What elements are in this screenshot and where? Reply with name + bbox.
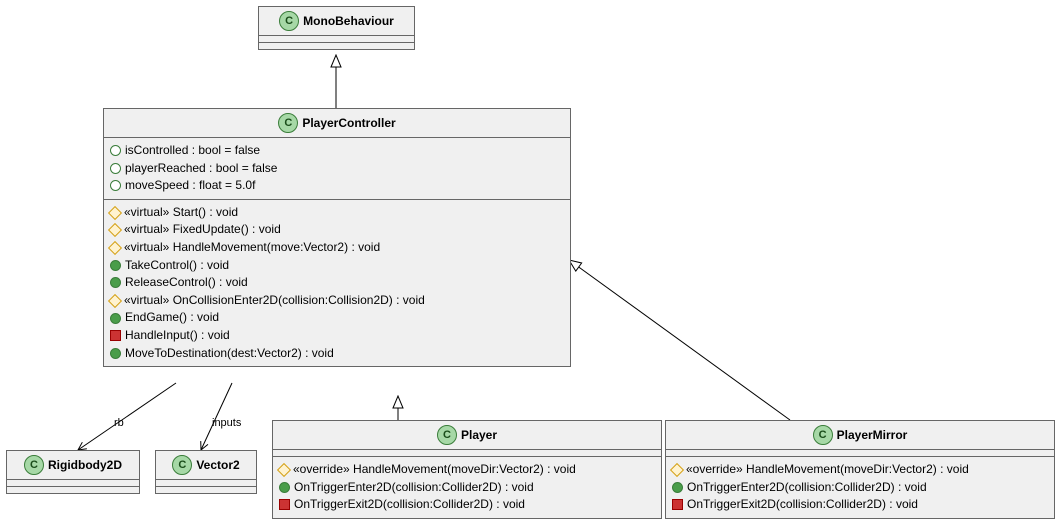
class-header: C MonoBehaviour xyxy=(259,7,414,36)
methods-section xyxy=(7,487,139,493)
method-row: «virtual» FixedUpdate() : void xyxy=(110,221,564,239)
class-vector2: C Vector2 xyxy=(155,450,257,494)
visibility-icon xyxy=(672,499,683,510)
class-rigidbody2d: C Rigidbody2D xyxy=(6,450,140,494)
visibility-icon xyxy=(108,293,122,307)
fields-section xyxy=(259,36,414,43)
method-text: «virtual» FixedUpdate() : void xyxy=(124,222,281,238)
methods-section: «override» HandleMovement(moveDir:Vector… xyxy=(273,457,661,518)
method-row: EndGame() : void xyxy=(110,309,564,327)
visibility-icon xyxy=(110,313,121,324)
fields-section xyxy=(273,450,661,457)
method-row: TakeControl() : void xyxy=(110,257,564,275)
methods-section xyxy=(156,487,256,493)
class-name: Vector2 xyxy=(196,458,239,472)
visibility-icon xyxy=(108,206,122,220)
visibility-icon xyxy=(110,180,121,191)
class-badge-icon: C xyxy=(813,425,833,445)
field-row: isControlled : bool = false xyxy=(110,142,564,160)
visibility-icon xyxy=(672,482,683,493)
class-header: C Vector2 xyxy=(156,451,256,480)
method-row: ReleaseControl() : void xyxy=(110,274,564,292)
method-text: OnTriggerExit2D(collision:Collider2D) : … xyxy=(687,497,918,513)
method-text: «virtual» OnCollisionEnter2D(collision:C… xyxy=(124,293,425,309)
class-badge-icon: C xyxy=(437,425,457,445)
method-row: OnTriggerExit2D(collision:Collider2D) : … xyxy=(279,496,655,514)
method-text: «override» HandleMovement(moveDir:Vector… xyxy=(293,462,576,478)
class-name: PlayerController xyxy=(302,116,395,130)
class-playercontroller: C PlayerController isControlled : bool =… xyxy=(103,108,571,367)
class-player: C Player «override» HandleMovement(moveD… xyxy=(272,420,662,519)
class-badge-icon: C xyxy=(278,113,298,133)
method-row: «override» HandleMovement(moveDir:Vector… xyxy=(672,461,1048,479)
visibility-icon xyxy=(110,348,121,359)
fields-section xyxy=(7,480,139,487)
method-text: OnTriggerEnter2D(collision:Collider2D) :… xyxy=(687,480,927,496)
fields-section xyxy=(666,450,1054,457)
field-text: moveSpeed : float = 5.0f xyxy=(125,178,255,194)
class-header: C PlayerController xyxy=(104,109,570,138)
method-text: HandleInput() : void xyxy=(125,328,230,344)
method-row: «virtual» OnCollisionEnter2D(collision:C… xyxy=(110,292,564,310)
edge-label-rb: rb xyxy=(114,417,124,429)
class-badge-icon: C xyxy=(24,455,44,475)
method-text: ReleaseControl() : void xyxy=(125,275,248,291)
class-header: C PlayerMirror xyxy=(666,421,1054,450)
methods-section: «virtual» Start() : void«virtual» FixedU… xyxy=(104,200,570,366)
method-row: «override» HandleMovement(moveDir:Vector… xyxy=(279,461,655,479)
class-name: Player xyxy=(461,428,497,442)
visibility-icon xyxy=(108,241,122,255)
visibility-icon xyxy=(110,145,121,156)
method-row: «virtual» HandleMovement(move:Vector2) :… xyxy=(110,239,564,257)
method-row: OnTriggerEnter2D(collision:Collider2D) :… xyxy=(672,479,1048,497)
class-name: PlayerMirror xyxy=(837,428,908,442)
method-text: TakeControl() : void xyxy=(125,258,229,274)
visibility-icon xyxy=(110,260,121,271)
method-text: OnTriggerExit2D(collision:Collider2D) : … xyxy=(294,497,525,513)
class-monobehaviour: C MonoBehaviour xyxy=(258,6,415,50)
class-header: C Rigidbody2D xyxy=(7,451,139,480)
visibility-icon xyxy=(108,223,122,237)
fields-section: isControlled : bool = false playerReached… xyxy=(104,138,570,200)
method-text: «virtual» Start() : void xyxy=(124,205,238,221)
class-header: C Player xyxy=(273,421,661,450)
visibility-icon xyxy=(110,277,121,288)
method-text: OnTriggerEnter2D(collision:Collider2D) :… xyxy=(294,480,534,496)
field-row: moveSpeed : float = 5.0f xyxy=(110,177,564,195)
method-text: «virtual» HandleMovement(move:Vector2) :… xyxy=(124,240,380,256)
edge-label-inputs: inputs xyxy=(212,417,241,429)
method-row: «virtual» Start() : void xyxy=(110,204,564,222)
methods-section xyxy=(259,43,414,49)
methods-section: «override» HandleMovement(moveDir:Vector… xyxy=(666,457,1054,518)
class-name: MonoBehaviour xyxy=(303,14,394,28)
visibility-icon xyxy=(279,499,290,510)
field-text: isControlled : bool = false xyxy=(125,143,260,159)
field-row: playerReached : bool = false xyxy=(110,160,564,178)
fields-section xyxy=(156,480,256,487)
visibility-icon xyxy=(277,463,291,477)
class-playermirror: C PlayerMirror «override» HandleMovement… xyxy=(665,420,1055,519)
visibility-icon xyxy=(279,482,290,493)
visibility-icon xyxy=(110,163,121,174)
class-badge-icon: C xyxy=(279,11,299,31)
method-text: «override» HandleMovement(moveDir:Vector… xyxy=(686,462,969,478)
method-row: MoveToDestination(dest:Vector2) : void xyxy=(110,345,564,363)
method-text: MoveToDestination(dest:Vector2) : void xyxy=(125,346,334,362)
field-text: playerReached : bool = false xyxy=(125,161,277,177)
visibility-icon xyxy=(670,463,684,477)
visibility-icon xyxy=(110,330,121,341)
class-badge-icon: C xyxy=(172,455,192,475)
method-text: EndGame() : void xyxy=(125,310,219,326)
method-row: OnTriggerEnter2D(collision:Collider2D) :… xyxy=(279,479,655,497)
method-row: HandleInput() : void xyxy=(110,327,564,345)
class-name: Rigidbody2D xyxy=(48,458,122,472)
method-row: OnTriggerExit2D(collision:Collider2D) : … xyxy=(672,496,1048,514)
